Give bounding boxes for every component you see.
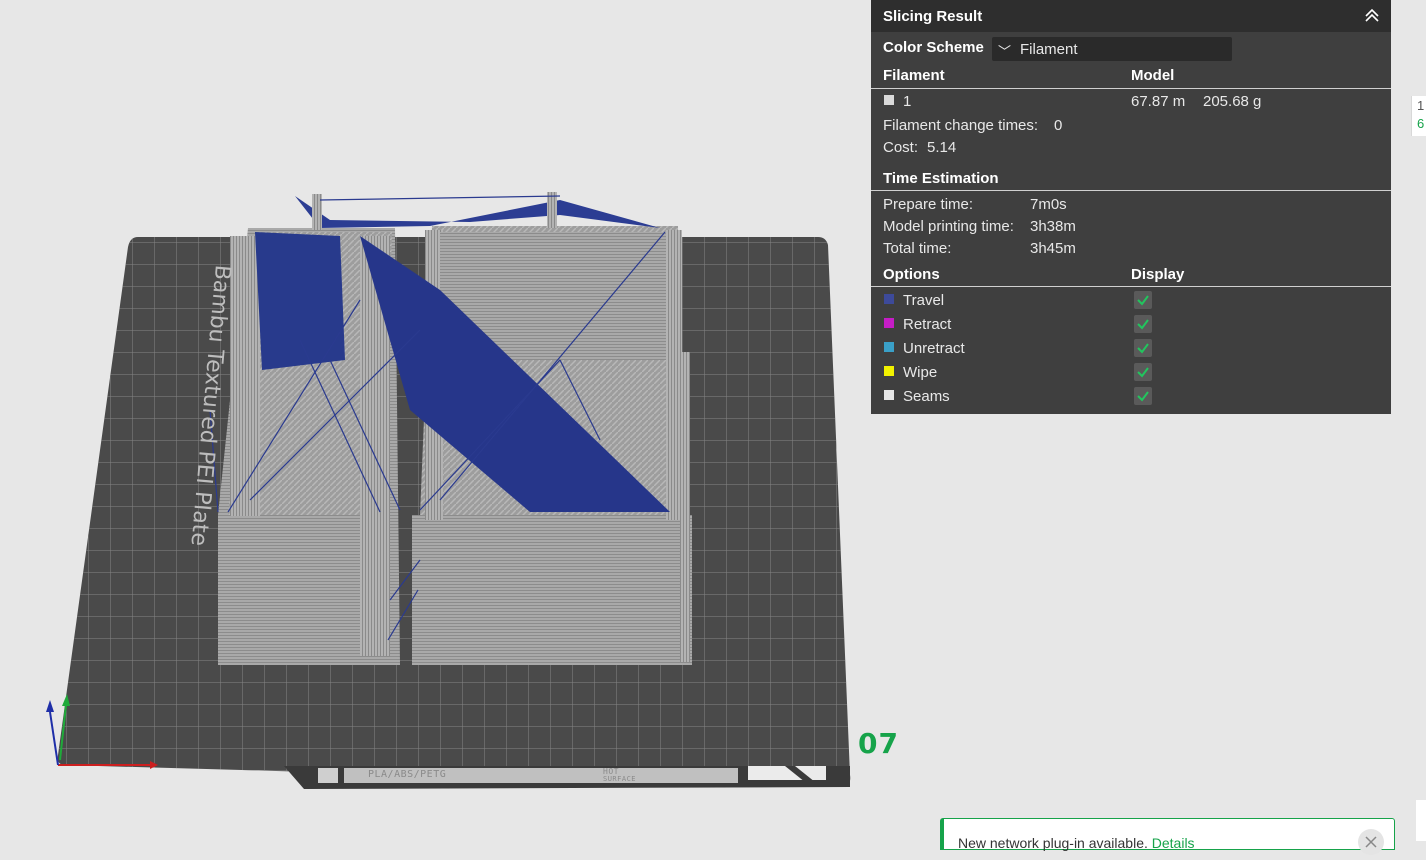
option-label: Seams (903, 388, 950, 405)
color-scheme-label: Color Scheme (883, 39, 984, 56)
seams-color-swatch (884, 390, 894, 400)
sliced-model-left[interactable] (218, 228, 400, 665)
details-link[interactable]: Details (1152, 835, 1195, 851)
change-times-value: 0 (1054, 117, 1063, 134)
cost-value: 5.14 (927, 139, 957, 156)
panel-header: Slicing Result (871, 0, 1391, 32)
options-header: Options (883, 266, 940, 283)
edge-tab-top-text: 1 (1417, 98, 1425, 113)
collapse-icon[interactable] (1363, 6, 1381, 24)
filament-color-swatch (884, 95, 894, 105)
model-header: Model (1131, 67, 1175, 84)
color-scheme-value: Filament (1020, 41, 1078, 58)
prepare-time-value: 7m0s (1030, 196, 1067, 213)
travel-display-checkbox[interactable] (1134, 291, 1152, 309)
close-icon[interactable] (1358, 829, 1384, 855)
filament-length: 67.87 m (1131, 93, 1186, 110)
model-printing-time-value: 3h38m (1030, 218, 1076, 235)
strip-surface-text: SURFACE (603, 775, 637, 783)
divider (871, 190, 1391, 191)
color-scheme-dropdown[interactable]: ﹀ Filament (992, 37, 1232, 61)
layer-slider-tab[interactable]: 1 6 (1411, 96, 1426, 136)
total-time-value: 3h45m (1030, 240, 1076, 257)
divider (871, 88, 1391, 89)
slicing-result-panel: Slicing Result Color Scheme ﹀ Filament F… (871, 0, 1391, 414)
support-post (547, 192, 557, 228)
time-estimation-header: Time Estimation (883, 170, 999, 187)
display-header: Display (1131, 266, 1185, 283)
option-label: Wipe (903, 364, 938, 381)
edge-tab-bottom-text: 6 (1417, 116, 1425, 131)
chevron-down-icon: ﹀ (998, 44, 1012, 59)
prepare-time-label: Prepare time: (883, 196, 974, 213)
unretract-color-swatch (884, 342, 894, 352)
total-time-label: Total time: (883, 240, 952, 257)
filament-weight: 205.68 g (1203, 93, 1262, 110)
model-printing-time-label: Model printing time: (883, 218, 1014, 235)
plate-number[interactable]: 07 (858, 727, 899, 760)
wipe-display-checkbox[interactable] (1134, 363, 1152, 381)
option-label: Travel (903, 292, 945, 309)
wipe-color-swatch (884, 366, 894, 376)
option-label: Unretract (903, 340, 965, 357)
notification-text: New network plug-in available. (958, 835, 1148, 851)
cost-label: Cost: (883, 139, 919, 156)
strip-material-text: PLA/ABS/PETG (368, 769, 447, 780)
unretract-display-checkbox[interactable] (1134, 339, 1152, 357)
seams-display-checkbox[interactable] (1134, 387, 1152, 405)
retract-display-checkbox[interactable] (1134, 315, 1152, 333)
filament-header: Filament (883, 67, 945, 84)
change-times-label: Filament change times: (883, 117, 1039, 134)
retract-color-swatch (884, 318, 894, 328)
option-label: Retract (903, 316, 952, 333)
travel-color-swatch (884, 294, 894, 304)
divider (871, 286, 1391, 287)
notification-toast: New network plug-in available. Details (940, 818, 1395, 855)
notification-message: New network plug-in available. Details (958, 835, 1195, 851)
side-panel-edge (1416, 800, 1426, 841)
panel-title: Slicing Result (883, 8, 983, 25)
filament-id: 1 (903, 93, 912, 110)
